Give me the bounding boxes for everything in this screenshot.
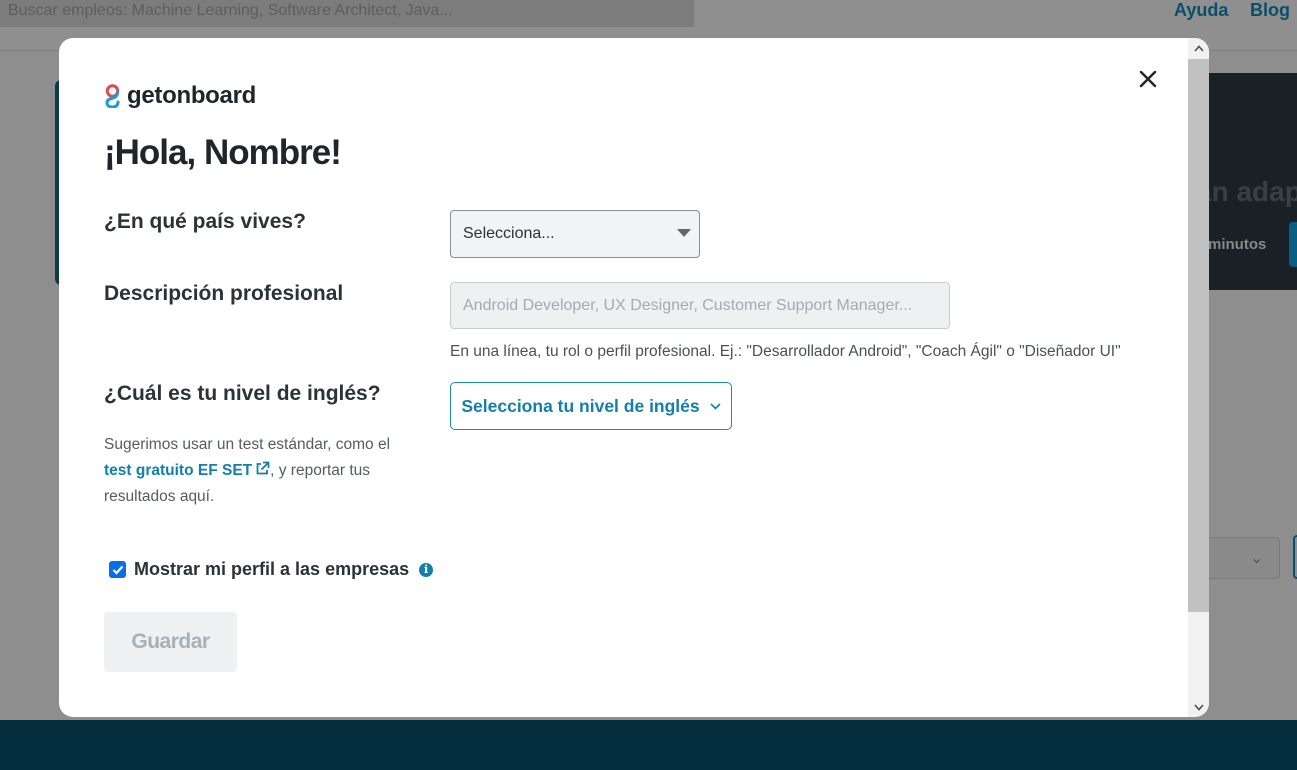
suggestion-text-before: Sugerimos usar un test estándar, como el bbox=[104, 436, 391, 453]
caret-down-icon bbox=[677, 229, 691, 237]
nav-blog-link: Blog bbox=[1250, 0, 1290, 20]
show-profile-checkbox[interactable] bbox=[109, 561, 126, 578]
background-hero-title: an adap bbox=[1196, 176, 1297, 207]
background-button bbox=[1293, 535, 1297, 579]
country-select[interactable]: Selecciona... bbox=[450, 210, 700, 258]
chevron-down-icon: ⌄ bbox=[1250, 550, 1264, 567]
english-suggestion: Sugerimos usar un test estándar, como el… bbox=[104, 432, 404, 510]
english-label: ¿Cuál es tu nivel de inglés? bbox=[104, 382, 381, 405]
scroll-down-arrow[interactable] bbox=[1188, 697, 1209, 717]
chevron-down-icon bbox=[710, 402, 721, 410]
close-button[interactable] bbox=[1135, 66, 1161, 92]
nav-help-link: Ayuda bbox=[1174, 0, 1229, 20]
show-profile-label: Mostrar mi perfil a las empresas bbox=[134, 559, 410, 579]
scroll-up-arrow[interactable] bbox=[1188, 38, 1209, 58]
checkmark-icon bbox=[112, 565, 123, 575]
country-label: ¿En qué país vives? bbox=[104, 210, 306, 233]
external-link-icon bbox=[256, 461, 270, 475]
description-label: Descripción profesional bbox=[104, 282, 344, 305]
chevron-up-icon bbox=[1193, 44, 1204, 52]
info-icon[interactable]: i bbox=[419, 562, 434, 577]
logo-mark-icon bbox=[105, 84, 120, 108]
ef-set-link-label: test gratuito EF SET bbox=[104, 462, 253, 479]
show-profile-row: Mostrar mi perfil a las empresas i bbox=[109, 559, 434, 580]
background-hero-subtitle: minutos bbox=[1208, 236, 1267, 253]
background-hero-button bbox=[1289, 222, 1297, 267]
chevron-down-icon bbox=[1193, 703, 1204, 711]
save-button[interactable]: Guardar bbox=[104, 612, 237, 672]
profile-modal: getonboard ¡Hola, Nombre! ¿En qué país v… bbox=[59, 38, 1209, 717]
background-search-input: Buscar empleos: Machine Learning, Softwa… bbox=[0, 0, 694, 27]
description-hint: En una línea, tu rol o perfil profesiona… bbox=[450, 343, 1121, 360]
scrollbar-thumb[interactable] bbox=[1188, 59, 1209, 612]
modal-scrollbar[interactable] bbox=[1188, 38, 1209, 717]
english-level-button[interactable]: Selecciona tu nivel de inglés bbox=[450, 382, 732, 430]
close-icon bbox=[1139, 70, 1157, 88]
description-input[interactable] bbox=[450, 282, 950, 329]
logo-text: getonboard bbox=[127, 82, 256, 109]
background-footer bbox=[0, 720, 1297, 770]
english-level-button-label: Selecciona tu nivel de inglés bbox=[461, 395, 700, 416]
greeting-title: ¡Hola, Nombre! bbox=[104, 133, 342, 172]
ef-set-link[interactable]: test gratuito EF SET bbox=[104, 461, 270, 479]
getonboard-logo: getonboard bbox=[104, 82, 256, 110]
country-select-value: Selecciona... bbox=[463, 225, 555, 242]
